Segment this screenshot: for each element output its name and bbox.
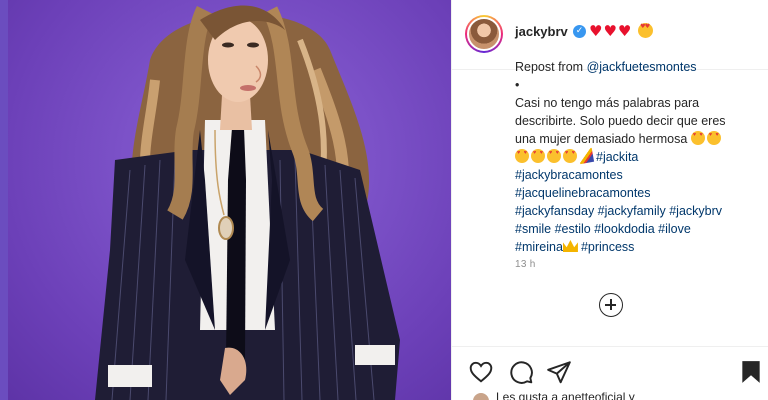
heart-eyes-emoji-icon: [706, 131, 721, 145]
heart-outline-icon[interactable]: [468, 359, 494, 385]
heart-eyes-emoji-icon: [531, 149, 545, 163]
heart-eyes-emoji-icon: [515, 149, 529, 163]
heart-emoji-icon: ♥: [603, 22, 618, 40]
avatar-image: [467, 17, 501, 51]
action-bar: [452, 346, 768, 386]
heart-emoji-icon: ♥: [617, 22, 633, 40]
hashtag-link[interactable]: #smile #estilo #lookdodia #ilove: [515, 220, 755, 238]
verified-badge-icon: ✓: [573, 25, 586, 38]
heart-eyes-emoji-icon: [638, 23, 654, 38]
hashtag-link[interactable]: #jackybracamontes: [515, 166, 755, 184]
hashtag-link[interactable]: #jackyfansday #jackyfamily #jackybrv: [515, 202, 755, 220]
likes-summary[interactable]: Les gusta a anetteoficial y: [496, 390, 635, 400]
crown-emoji-icon: [562, 240, 578, 252]
post-caption: Repost from @jackfuetesmontes • Casi no …: [515, 58, 755, 256]
repost-prefix: Repost from: [515, 60, 587, 74]
bookmark-icon[interactable]: [738, 359, 764, 385]
caption-text-line: describirte. Solo puedo decir que eres: [515, 114, 726, 128]
woman-in-pinstripe-suit-illustration: [95, 5, 400, 400]
hashtag-link[interactable]: #princess: [581, 240, 635, 254]
heart-eyes-emoji-icon: [547, 149, 561, 163]
username-link[interactable]: jackybrv: [515, 24, 568, 39]
post-detail-panel: jackybrv ✓ ♥♥♥ Repost from @jackfuetesmo…: [451, 0, 768, 400]
heart-eyes-emoji-icon: [563, 149, 577, 163]
hashtag-link[interactable]: #mireina: [515, 240, 563, 254]
plus-circle-icon[interactable]: [599, 293, 623, 317]
comment-bubble-icon[interactable]: [508, 359, 534, 385]
hashtag-link[interactable]: #jackita: [596, 150, 638, 164]
header-emojis: ♥♥♥: [589, 22, 654, 40]
liker-avatar[interactable]: [472, 392, 490, 400]
caption-text-line: Casi no tengo más palabras para: [515, 96, 700, 110]
caption-text-line: una mujer demasiado hermosa: [515, 132, 688, 146]
avatar[interactable]: [465, 15, 503, 53]
post-photo[interactable]: [0, 0, 451, 400]
hashtag-link[interactable]: #jacquelinebracamontes: [515, 184, 755, 202]
repost-user-link[interactable]: @jackfuetesmontes: [587, 60, 697, 74]
heart-emoji-icon: ♥: [589, 22, 604, 40]
post-timestamp[interactable]: 13 h: [515, 259, 536, 270]
heart-eyes-emoji-icon: [690, 131, 705, 145]
paper-plane-icon[interactable]: [546, 359, 572, 385]
party-popper-emoji-icon: [577, 147, 595, 165]
caption-bullet: •: [515, 78, 520, 92]
